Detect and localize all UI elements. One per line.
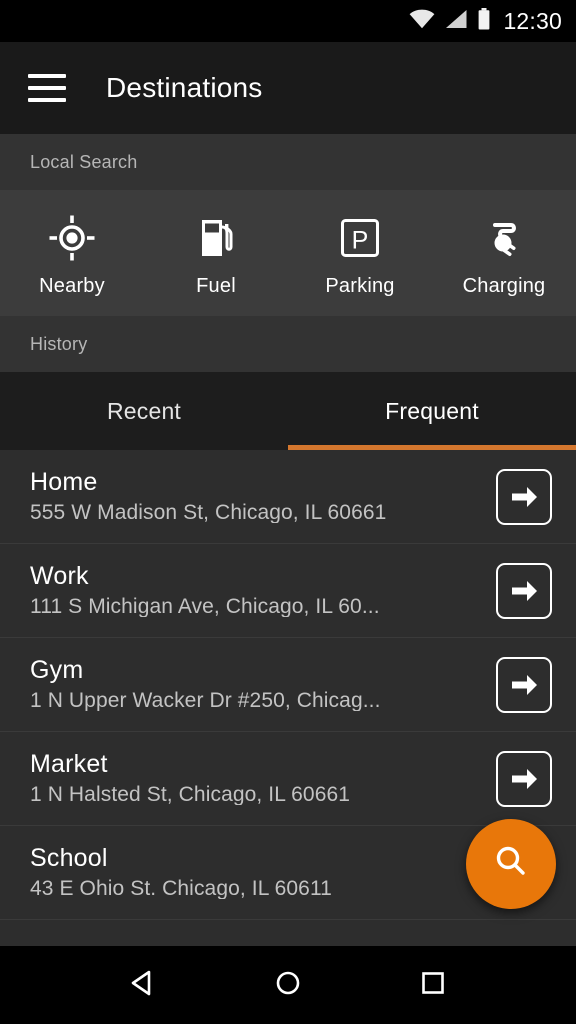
destination-text: Home 555 W Madison St, Chicago, IL 60661 xyxy=(30,470,496,523)
destination-text: Work 111 S Michigan Ave, Chicago, IL 60.… xyxy=(30,564,496,617)
destination-address: 1 N Halsted St, Chicago, IL 60661 xyxy=(30,784,496,805)
cellular-signal-icon xyxy=(444,9,468,34)
section-header-history-label: History xyxy=(30,334,87,355)
recents-button[interactable] xyxy=(410,962,456,1008)
destination-address: 555 W Madison St, Chicago, IL 60661 xyxy=(30,502,496,523)
quick-action-parking[interactable]: P Parking xyxy=(288,190,432,316)
destination-text: Market 1 N Halsted St, Chicago, IL 60661 xyxy=(30,752,496,805)
tab-recent-label: Recent xyxy=(107,398,181,425)
section-header-local-search: Local Search xyxy=(0,134,576,190)
destination-name: Home xyxy=(30,470,496,495)
destination-text: Gym 1 N Upper Wacker Dr #250, Chicag... xyxy=(30,658,496,711)
table-row[interactable]: Work 111 S Michigan Ave, Chicago, IL 60.… xyxy=(0,544,576,638)
circle-icon xyxy=(271,966,305,1005)
quick-action-parking-label: Parking xyxy=(325,275,394,298)
hamburger-menu-icon[interactable] xyxy=(28,74,66,102)
search-icon xyxy=(490,841,532,888)
quick-action-row: Nearby Fuel P Parking xyxy=(0,190,576,316)
quick-action-nearby-label: Nearby xyxy=(39,275,105,298)
home-button[interactable] xyxy=(265,962,311,1008)
my-location-icon xyxy=(49,215,95,261)
page-title: Destinations xyxy=(106,72,262,104)
quick-action-fuel-label: Fuel xyxy=(196,275,236,298)
quick-action-charging-label: Charging xyxy=(463,275,546,298)
destination-name: School xyxy=(30,846,496,871)
app-screen: 12:30 Destinations Local Search Nea xyxy=(0,0,576,1024)
history-tab-bar: Recent Frequent xyxy=(0,372,576,450)
destination-name: Work xyxy=(30,564,496,589)
destination-address: 43 E Ohio St. Chicago, IL 60611 xyxy=(30,878,496,899)
destination-text: School 43 E Ohio St. Chicago, IL 60611 xyxy=(30,846,496,899)
app-bar: Destinations xyxy=(0,42,576,134)
table-row[interactable]: Home 555 W Madison St, Chicago, IL 60661 xyxy=(0,450,576,544)
battery-icon xyxy=(477,8,491,35)
tab-frequent[interactable]: Frequent xyxy=(288,372,576,450)
destination-address: 111 S Michigan Ave, Chicago, IL 60... xyxy=(30,596,496,617)
destination-address: 1 N Upper Wacker Dr #250, Chicag... xyxy=(30,690,496,711)
ev-charging-plug-icon xyxy=(481,215,527,261)
section-header-local-search-label: Local Search xyxy=(30,152,137,173)
square-icon xyxy=(416,966,450,1005)
quick-action-fuel[interactable]: Fuel xyxy=(144,190,288,316)
back-button[interactable] xyxy=(120,962,166,1008)
status-time: 12:30 xyxy=(503,10,562,33)
quick-action-nearby[interactable]: Nearby xyxy=(0,190,144,316)
tab-frequent-label: Frequent xyxy=(385,398,479,425)
quick-action-charging[interactable]: Charging xyxy=(432,190,576,316)
tab-recent[interactable]: Recent xyxy=(0,372,288,450)
section-header-history: History xyxy=(0,316,576,372)
destination-name: Gym xyxy=(30,658,496,683)
status-bar: 12:30 xyxy=(0,0,576,42)
arrow-right-icon[interactable] xyxy=(496,469,552,525)
wifi-icon xyxy=(409,9,435,34)
search-fab[interactable] xyxy=(466,819,556,909)
destination-name: Market xyxy=(30,752,496,777)
svg-text:P: P xyxy=(352,226,369,254)
gas-pump-icon xyxy=(193,215,239,261)
arrow-right-icon[interactable] xyxy=(496,563,552,619)
parking-p-icon: P xyxy=(337,215,383,261)
triangle-left-icon xyxy=(126,966,160,1005)
table-row[interactable]: Market 1 N Halsted St, Chicago, IL 60661 xyxy=(0,732,576,826)
arrow-right-icon[interactable] xyxy=(496,657,552,713)
table-row[interactable]: Gym 1 N Upper Wacker Dr #250, Chicag... xyxy=(0,638,576,732)
android-nav-bar xyxy=(0,946,576,1024)
arrow-right-icon[interactable] xyxy=(496,751,552,807)
